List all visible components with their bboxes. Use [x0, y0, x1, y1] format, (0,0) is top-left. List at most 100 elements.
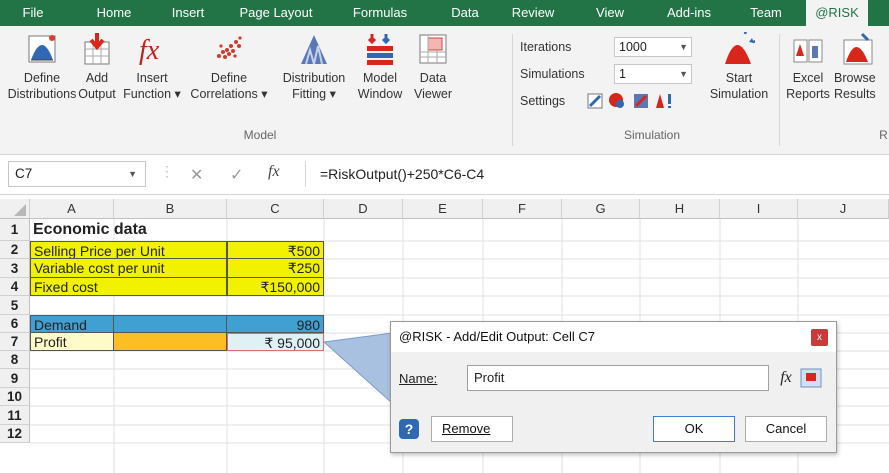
remove-button[interactable]: Remove	[431, 416, 513, 442]
cell-a3[interactable]: Variable cost per unit	[30, 259, 227, 278]
settings-label: Settings	[520, 94, 566, 108]
function-icon: fx	[139, 35, 160, 66]
ok-button[interactable]: OK	[653, 416, 735, 442]
start-simulation-button[interactable]: Start Simulation	[700, 32, 778, 102]
row-header[interactable]: 1	[0, 219, 30, 241]
column-header[interactable]: C	[227, 199, 324, 219]
distribution-fitting-label-2: Fitting ▾	[292, 87, 336, 101]
cell-c7-selected[interactable]: ₹ 95,000	[227, 333, 324, 351]
tab-file[interactable]: File	[8, 0, 58, 26]
column-header[interactable]: I	[720, 199, 798, 219]
row-header[interactable]: 9	[0, 369, 30, 388]
cancel-button[interactable]: Cancel	[745, 416, 827, 442]
model-window-button[interactable]: Model Window	[352, 32, 408, 102]
column-header[interactable]: J	[798, 199, 889, 219]
cell-c3[interactable]: ₹250	[227, 259, 324, 278]
svg-text:?: ?	[405, 421, 414, 437]
row-header[interactable]: 8	[0, 351, 30, 369]
chevron-down-icon: ▼	[679, 42, 688, 52]
simulation-settings-icon[interactable]	[587, 93, 603, 109]
insert-function-icon[interactable]: fx	[268, 163, 280, 181]
data-viewer-button[interactable]: Data Viewer	[408, 32, 458, 102]
output-name-input[interactable]: Profit	[467, 365, 769, 391]
define-distributions-label-2: Distributions	[7, 87, 77, 101]
browse-results-label-2: Results	[834, 87, 876, 101]
insert-function-button[interactable]: fx Insert Function ▾	[118, 32, 186, 102]
cancel-icon[interactable]: ✕	[190, 165, 203, 185]
tab-home[interactable]: Home	[84, 0, 144, 26]
row-header[interactable]: 4	[0, 278, 30, 296]
column-header[interactable]: B	[114, 199, 227, 219]
cell-a4[interactable]: Fixed cost	[30, 278, 227, 296]
row-header[interactable]: 2	[0, 241, 30, 259]
define-correlations-label-2: Correlations ▾	[190, 87, 268, 101]
cell-a2[interactable]: Selling Price per Unit	[30, 241, 227, 259]
distribution-fitting-button[interactable]: Distribution Fitting ▾	[276, 32, 352, 102]
tab-data[interactable]: Data	[440, 0, 490, 26]
cell-b6[interactable]	[114, 315, 227, 333]
start-simulation-label-1: Start	[725, 71, 753, 85]
name-box[interactable]: C7 ▼	[8, 161, 146, 187]
cell-b7[interactable]	[114, 333, 227, 351]
enter-icon[interactable]: ✓	[230, 165, 243, 185]
iterations-label: Iterations	[520, 40, 572, 54]
insert-function-label-2: Function ▾	[123, 87, 181, 101]
chevron-down-icon: ▼	[128, 169, 137, 179]
tab-formulas[interactable]: Formulas	[340, 0, 420, 26]
define-distributions-label-1: Define	[23, 71, 61, 85]
ribbon-separator	[779, 34, 780, 146]
define-correlations-button[interactable]: Define Correlations ▾	[184, 32, 274, 102]
cell-a1[interactable]: Economic data	[30, 219, 227, 241]
formula-input[interactable]: =RiskOutput()+250*C6-C4	[305, 161, 889, 187]
tab-view[interactable]: View	[588, 0, 632, 26]
start-simulation-icon	[725, 32, 755, 64]
cell-a7[interactable]: Profit	[30, 333, 114, 351]
tab-review[interactable]: Review	[503, 0, 563, 26]
add-output-button[interactable]: Add Output	[76, 32, 118, 102]
random-seed-icon[interactable]	[609, 93, 624, 108]
cell-c2[interactable]: ₹500	[227, 241, 324, 259]
simulations-combo[interactable]: 1 ▼	[614, 64, 692, 84]
cell-c6[interactable]: 980	[227, 315, 324, 333]
browse-results-button[interactable]: Browse Results	[834, 32, 889, 102]
ribbon-separator	[512, 34, 513, 146]
row-header[interactable]: 5	[0, 296, 30, 315]
function-icon[interactable]: fx	[775, 366, 797, 390]
row-header[interactable]: 3	[0, 259, 30, 278]
column-header[interactable]: D	[324, 199, 403, 219]
model-window-icon	[367, 34, 393, 65]
demo-mode-icon[interactable]	[634, 94, 648, 108]
iterations-combo[interactable]: 1000 ▼	[614, 37, 692, 57]
ribbon: Define Distributions Add Output fx Inser…	[0, 26, 889, 155]
tab-risk[interactable]: @RISK	[806, 0, 868, 26]
tab-insert[interactable]: Insert	[160, 0, 216, 26]
cell-a6[interactable]: Demand	[30, 315, 114, 333]
define-distributions-button[interactable]: Define Distributions	[2, 32, 82, 102]
column-header[interactable]: E	[403, 199, 483, 219]
reference-icon[interactable]	[800, 368, 822, 388]
column-header[interactable]: H	[640, 199, 720, 219]
excel-reports-button[interactable]: Excel Reports	[784, 32, 832, 102]
row-header[interactable]: 10	[0, 388, 30, 406]
tab-team[interactable]: Team	[738, 0, 794, 26]
live-update-icon[interactable]	[656, 94, 671, 108]
tab-add-ins[interactable]: Add-ins	[656, 0, 722, 26]
row-header[interactable]: 6	[0, 315, 30, 333]
column-header[interactable]: A	[30, 199, 114, 219]
select-all-corner[interactable]	[0, 199, 30, 219]
distribution-fitting-icon	[301, 35, 327, 65]
column-header[interactable]: F	[483, 199, 562, 219]
cell-c4[interactable]: ₹150,000	[227, 278, 324, 296]
data-viewer-label-2: Viewer	[414, 87, 452, 101]
row-header[interactable]: 7	[0, 333, 30, 351]
help-icon[interactable]: ?	[399, 419, 419, 439]
tab-page-layout[interactable]: Page Layout	[226, 0, 326, 26]
reports-group-label: R	[879, 128, 888, 142]
dialog-title-text: @RISK - Add/Edit Output: Cell C7	[399, 329, 596, 344]
column-header[interactable]: G	[562, 199, 640, 219]
row-header[interactable]: 11	[0, 406, 30, 425]
browse-results-label-1: Browse	[834, 71, 876, 85]
close-icon[interactable]: x	[811, 329, 828, 346]
row-header[interactable]: 12	[0, 425, 30, 443]
data-viewer-label-1: Data	[419, 71, 447, 85]
